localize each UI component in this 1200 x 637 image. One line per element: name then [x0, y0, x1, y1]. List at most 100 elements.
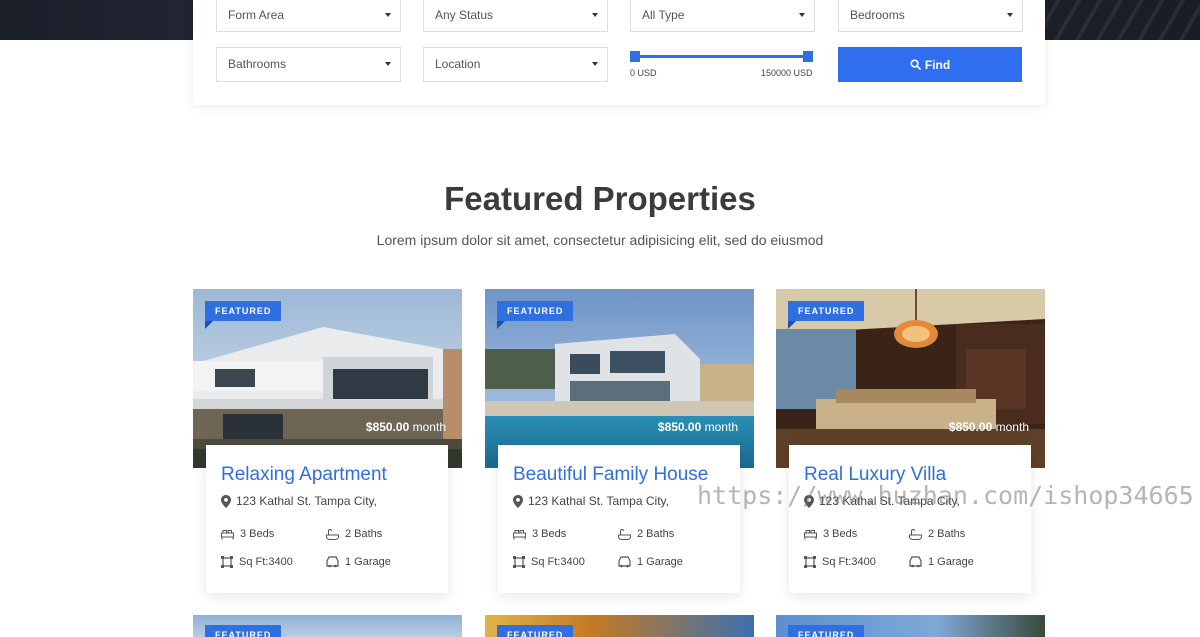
area-icon: [221, 556, 233, 568]
section-subtitle: Lorem ipsum dolor sit amet, consectetur …: [376, 232, 824, 248]
form-area-select-value: Form Area: [228, 8, 285, 22]
bed-icon: [513, 529, 526, 539]
garage-feature: 1 Garage: [326, 556, 391, 568]
address-text: 123 Kathal St. Tampa City,: [236, 494, 377, 508]
area-feature: Sq Ft:3400: [221, 556, 293, 568]
baths-feature: 2 Baths: [326, 528, 382, 540]
beds-text: 3 Beds: [532, 528, 567, 540]
price-range-min-handle[interactable]: [630, 51, 640, 62]
price-amount: $850.00: [365, 420, 410, 434]
map-pin-icon: [513, 494, 523, 508]
caret-down-icon: [592, 13, 598, 17]
car-icon: [909, 556, 922, 568]
search-icon: [910, 59, 921, 70]
property-photo[interactable]: FEATURED $850.00 month: [193, 289, 462, 468]
baths-text: 2 Baths: [345, 528, 383, 540]
garage-feature: 1 Garage: [618, 556, 683, 568]
bed-icon: [804, 529, 817, 539]
area-text: Sq Ft:3400: [239, 556, 293, 568]
property-info: Real Luxury Villa 123 Kathal St. Tampa C…: [789, 445, 1031, 593]
watermark-text: https://www.huzhan.com/ishop34665: [697, 481, 1194, 510]
caret-down-icon: [592, 62, 598, 66]
beds-text: 3 Beds: [823, 528, 858, 540]
property-name[interactable]: Beautiful Family House: [513, 464, 708, 486]
property-address: 123 Kathal St. Tampa City,: [221, 494, 377, 508]
map-pin-icon: [221, 494, 231, 508]
property-card[interactable]: FEATURED: [485, 615, 754, 637]
beds-feature: 3 Beds: [804, 528, 857, 540]
featured-badge: FEATURED: [788, 625, 865, 637]
baths-text: 2 Baths: [928, 528, 966, 540]
caret-down-icon: [1007, 13, 1013, 17]
type-select[interactable]: All Type: [630, 0, 815, 32]
price-amount: $850.00: [948, 420, 993, 434]
car-icon: [326, 556, 339, 568]
baths-feature: 2 Baths: [909, 528, 965, 540]
property-address: 123 Kathal St. Tampa City,: [513, 494, 669, 508]
garage-feature: 1 Garage: [909, 556, 974, 568]
baths-text: 2 Baths: [637, 528, 675, 540]
section-title: Featured Properties: [444, 180, 756, 217]
car-icon: [618, 556, 631, 568]
property-info: Beautiful Family House 123 Kathal St. Ta…: [498, 445, 740, 593]
caret-down-icon: [385, 62, 391, 66]
area-feature: Sq Ft:3400: [513, 556, 585, 568]
property-price: $850.00 month: [658, 420, 738, 434]
area-icon: [513, 556, 525, 568]
price-min-label: 0 USD: [630, 68, 657, 78]
price-period: month: [412, 420, 446, 434]
price-max-label: 150000 USD: [761, 68, 813, 78]
garage-text: 1 Garage: [345, 556, 391, 568]
beds-feature: 3 Beds: [221, 528, 274, 540]
bedrooms-select[interactable]: Bedrooms: [838, 0, 1023, 32]
find-button-label: Find: [924, 57, 951, 72]
featured-badge: FEATURED: [497, 301, 574, 329]
location-select[interactable]: Location: [423, 47, 608, 82]
search-panel: Form Area Any Status All Type Bedrooms B…: [193, 0, 1045, 105]
property-name[interactable]: Relaxing Apartment: [221, 464, 387, 486]
caret-down-icon: [799, 13, 805, 17]
property-card[interactable]: FEATURED $850.00 month Relaxing Apartmen…: [193, 289, 462, 594]
status-select[interactable]: Any Status: [423, 0, 608, 32]
property-card[interactable]: FEATURED $850.00 month Beautiful Family …: [485, 289, 754, 594]
garage-text: 1 Garage: [637, 556, 683, 568]
area-icon: [804, 556, 816, 568]
caret-down-icon: [385, 13, 391, 17]
property-card[interactable]: FEATURED: [193, 615, 462, 637]
featured-badge: FEATURED: [205, 301, 282, 329]
price-period: month: [704, 420, 738, 434]
price-range-track[interactable]: [630, 55, 808, 58]
bedrooms-select-value: Bedrooms: [850, 8, 905, 22]
area-feature: Sq Ft:3400: [804, 556, 876, 568]
location-select-value: Location: [435, 57, 481, 71]
featured-badge: FEATURED: [788, 301, 865, 329]
area-text: Sq Ft:3400: [822, 556, 876, 568]
bed-icon: [221, 529, 234, 539]
property-photo[interactable]: FEATURED $850.00 month: [485, 289, 754, 468]
property-photo[interactable]: FEATURED $850.00 month: [776, 289, 1045, 468]
price-range-max-handle[interactable]: [803, 51, 813, 62]
status-select-value: Any Status: [435, 8, 494, 22]
baths-feature: 2 Baths: [618, 528, 674, 540]
price-period: month: [995, 420, 1029, 434]
price-amount: $850.00: [657, 420, 702, 434]
bathrooms-select[interactable]: Bathrooms: [216, 47, 401, 82]
address-text: 123 Kathal St. Tampa City,: [528, 494, 669, 508]
type-select-value: All Type: [642, 8, 685, 22]
bathtub-icon: [909, 528, 922, 540]
bathtub-icon: [326, 528, 339, 540]
featured-badge: FEATURED: [205, 625, 282, 637]
garage-text: 1 Garage: [928, 556, 974, 568]
property-price: $850.00 month: [366, 420, 446, 434]
property-card[interactable]: FEATURED: [776, 615, 1045, 637]
area-text: Sq Ft:3400: [531, 556, 585, 568]
featured-badge: FEATURED: [497, 625, 574, 637]
find-button[interactable]: Find: [838, 47, 1022, 82]
bathrooms-select-value: Bathrooms: [228, 57, 287, 71]
beds-feature: 3 Beds: [513, 528, 566, 540]
property-info: Relaxing Apartment 123 Kathal St. Tampa …: [206, 445, 448, 593]
property-price: $850.00 month: [949, 420, 1029, 434]
form-area-select[interactable]: Form Area: [216, 0, 401, 32]
beds-text: 3 Beds: [240, 528, 275, 540]
property-card[interactable]: FEATURED $850.00 month Real Luxury Villa…: [776, 289, 1045, 594]
